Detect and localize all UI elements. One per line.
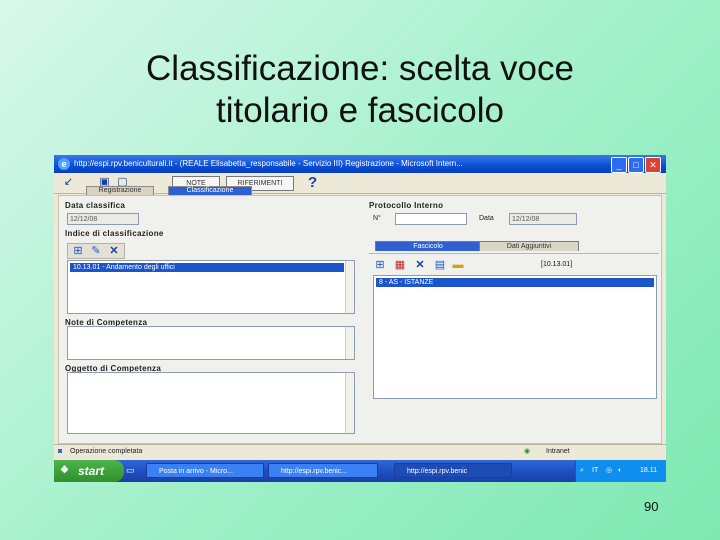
language-indicator[interactable]: IT [592,460,598,482]
fascicolo-panel: Fascicolo Dati Aggiuntivi ⊞ ▦ ✕ ▤ ▬ [10.… [369,241,659,439]
zone-text: Intranet [546,448,570,455]
data-classifica-field: 12/12/08 [67,213,139,225]
calculator-icon[interactable]: ▦ [393,259,407,271]
indice-classificazione-label: Indice di classificazione [65,229,164,238]
window-title: http://espi.rpv.beniculturali.it - (REAL… [74,159,463,168]
task-item-outlook[interactable]: Posta in arrivo - Micro... [146,463,264,478]
task-item-ie-1[interactable]: http://espi.rpv.benic... [268,463,378,478]
note-competenza-textarea[interactable] [67,326,355,360]
tab-registrazione[interactable]: Registrazione [86,186,154,195]
minimize-button[interactable]: _ [611,157,627,173]
status-text: Operazione completata [70,448,143,455]
protocollo-number-label: N° [373,215,381,222]
slide-title: Classificazione: scelta voce titolario e… [60,48,660,132]
slide-title-line-2: titolario e fascicolo [216,91,504,130]
fascicolo-toolbar: ⊞ ▦ ✕ ▤ ▬ [10.13.01] [369,253,659,274]
tree-select-icon[interactable]: ⊞ [373,259,387,271]
start-label: start [78,464,105,478]
status-bar: ◙ Operazione completata ◉ Intranet [54,444,666,459]
tab-dati-aggiuntivi[interactable]: Dati Aggiuntivi [479,241,579,251]
windows-taskbar: ❖ start ▭ Posta in arrivo - Micro... htt… [54,460,666,482]
browser-screenshot: e http://espi.rpv.beniculturali.it - (RE… [54,155,666,482]
document-icon[interactable]: ▤ [433,259,447,271]
data-classifica-label: Data classifica [65,201,126,210]
tab-classificazione[interactable]: Classificazione [168,186,252,195]
search-icon[interactable]: ⌕ [580,460,584,482]
slide-number: 90 [644,499,659,514]
protocollo-date-field: 12/12/08 [509,213,577,225]
volume-icon[interactable]: ◐ [618,460,622,482]
folder-icon[interactable]: ▬ [451,259,465,271]
quick-launch-icons: ▭ [126,465,144,477]
maximize-button[interactable]: □ [628,157,644,173]
vertical-scrollbar[interactable] [345,327,354,359]
tree-select-icon[interactable]: ⊞ [71,245,85,257]
desktop-icon[interactable]: ▭ [126,465,135,475]
classification-toolbar: ⊞ ✎ ✕ [67,243,125,259]
window-titlebar: e http://espi.rpv.beniculturali.it - (RE… [54,155,666,173]
list-item-selected[interactable]: 8 - AS - ISTANZE [376,278,654,287]
fascicolo-listbox[interactable]: 8 - AS - ISTANZE [373,275,657,399]
protocollo-number-field[interactable] [395,213,467,225]
network-icon[interactable]: ◎ [606,460,612,482]
vertical-scrollbar[interactable] [345,373,354,433]
system-tray: ⌕ IT ◎ ◐ 18.11 [575,460,666,482]
classification-listbox[interactable]: 10.13.01 - Andamento degli uffici [67,260,355,314]
vertical-scrollbar[interactable] [345,261,354,313]
close-button[interactable]: ✕ [645,157,661,173]
task-item-ie-2[interactable]: http://espi.rpv.benic [394,463,512,478]
content-area: Data classifica 12/12/08 Protocollo Inte… [58,195,662,444]
slide-title-line-1: Classificazione: scelta voce [146,49,574,88]
register-arrow-icon[interactable]: ↙ [62,176,75,189]
delete-x-icon[interactable]: ✕ [107,245,121,257]
protocollo-date-label: Data [479,215,494,222]
page-done-icon: ◙ [58,448,63,455]
edit-pencil-icon[interactable]: ✎ [89,245,103,257]
oggetto-competenza-textarea[interactable] [67,372,355,434]
list-item-selected[interactable]: 10.13.01 - Andamento degli uffici [70,263,344,272]
zone-icon: ◉ [524,448,531,455]
tab-fascicolo[interactable]: Fascicolo [375,241,481,251]
start-button[interactable]: ❖ start [54,460,124,482]
clock: 18.11 [640,467,657,474]
protocollo-interno-label: Protocollo Interno [369,201,444,210]
ie-logo-icon: e [58,158,70,170]
windows-logo-icon: ❖ [60,465,69,476]
fascicolo-code: [10.13.01] [541,261,573,268]
help-icon[interactable]: ? [308,174,317,191]
delete-x-icon[interactable]: ✕ [413,259,427,271]
